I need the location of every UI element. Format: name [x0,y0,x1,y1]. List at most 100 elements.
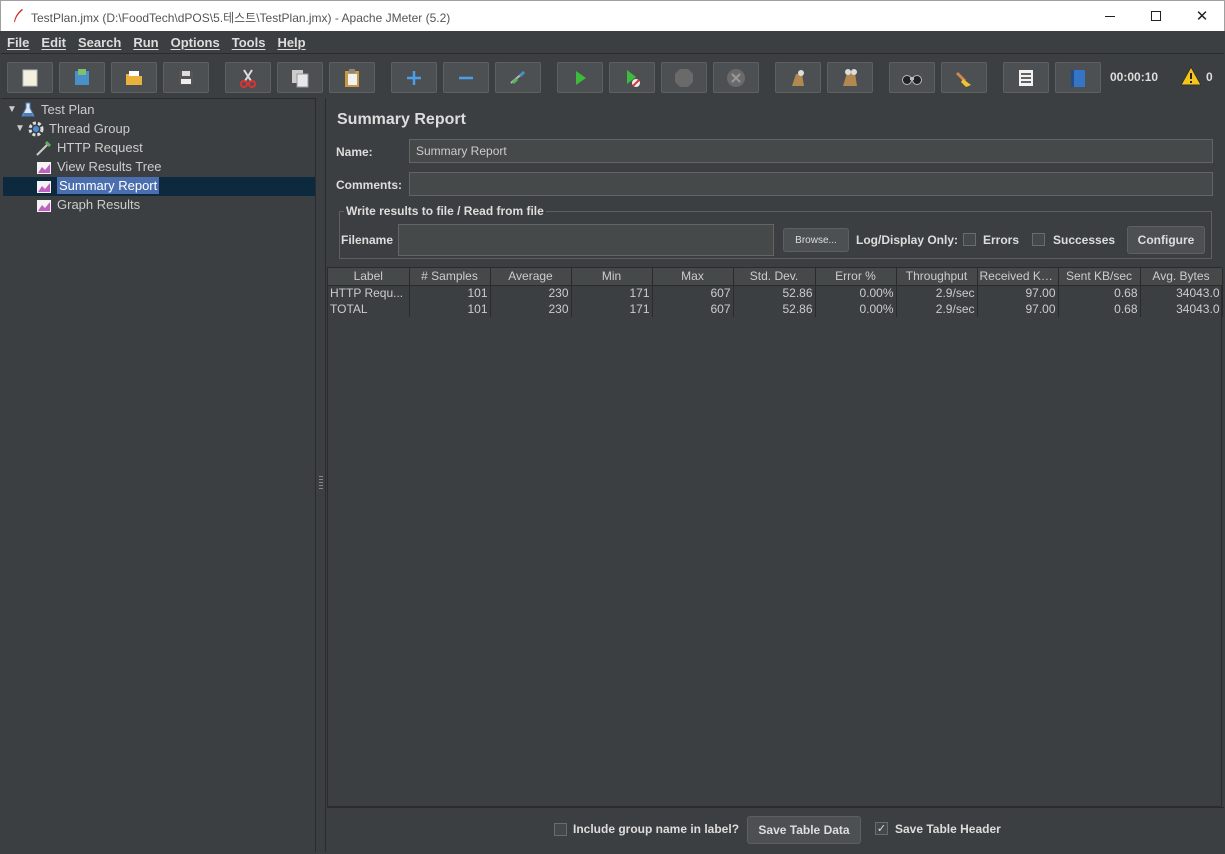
tree-item-view-results-tree[interactable]: View Results Tree [35,157,162,176]
include-group-checkbox[interactable] [554,823,567,836]
tree-item-http-request[interactable]: HTTP Request [35,138,143,157]
window-titlebar: TestPlan.jmx (D:\FoodTech\dPOS\5.테스트\Tes… [0,0,1225,31]
function-helper-button[interactable] [1003,62,1049,93]
start-no-timers-button[interactable] [609,62,655,93]
table-cell: 97.00 [977,285,1059,301]
checkmark-icon: ✓ [876,822,887,835]
table-cell: 0.68 [1058,285,1141,301]
toggle-button[interactable] [495,62,541,93]
tree-item-thread-group[interactable]: ▼ Thread Group [15,119,130,138]
save-table-data-button[interactable]: Save Table Data [747,816,861,844]
save-table-header-checkbox[interactable]: ✓ [875,822,888,835]
test-plan-tree: ▼ Test Plan ▼ Thread Group HTTP Request … [1,98,316,852]
expand-all-button[interactable] [391,62,437,93]
file-group-title: Write results to file / Read from file [344,204,546,218]
errors-checkbox[interactable] [963,233,976,246]
open-icon [126,70,142,85]
cut-button[interactable] [225,62,271,93]
expand-arrow-icon[interactable]: ▼ [15,123,27,134]
table-cell: 34043.0 [1140,301,1223,317]
split-pane-divider[interactable] [317,98,325,852]
menu-run[interactable]: Run [128,35,163,50]
warning-count: 0 [1206,70,1213,84]
paste-icon [345,68,359,87]
table-cell: 171 [571,285,653,301]
templates-button[interactable] [59,62,105,93]
open-button[interactable] [111,62,157,93]
table-cell: 101 [409,301,491,317]
table-cell: 0.00% [815,285,897,301]
column-header[interactable]: Throughput [896,268,978,286]
filename-field[interactable] [398,224,774,256]
comments-field[interactable] [409,172,1213,196]
column-header[interactable]: Average [490,268,572,286]
copy-button[interactable] [277,62,323,93]
summary-report-panel: Summary Report Name: Summary Report Comm… [325,98,1224,852]
comments-label: Comments: [336,178,403,192]
close-button[interactable]: ✕ [1179,1,1225,31]
elapsed-timer: 00:00:10 [1110,70,1159,84]
templates-icon [75,68,89,85]
tree-item-test-plan[interactable]: ▼ Test Plan [7,100,94,119]
column-header[interactable]: Std. Dev. [733,268,816,286]
shutdown-button[interactable] [713,62,759,93]
minimize-button[interactable] [1087,1,1133,31]
start-no-timers-icon [627,69,640,87]
column-header[interactable]: Avg. Bytes [1140,268,1223,286]
menu-help[interactable]: Help [272,35,310,50]
column-header[interactable]: Label [328,268,410,286]
clear-icon [792,69,804,86]
new-button[interactable] [7,62,53,93]
browse-button[interactable]: Browse... [783,228,849,252]
close-icon: ✕ [1195,7,1209,25]
pipette-icon [35,139,53,157]
table-cell: 34043.0 [1140,285,1223,301]
menu-tools[interactable]: Tools [227,35,271,50]
table-cell: 0.00% [815,301,897,317]
menu-search[interactable]: Search [73,35,126,50]
paste-button[interactable] [329,62,375,93]
menu-options[interactable]: Options [166,35,225,50]
column-header[interactable]: Max [652,268,734,286]
help-button[interactable] [1055,62,1101,93]
listener-icon [35,158,53,176]
log-display-label: Log/Display Only: [856,233,959,247]
tree-item-summary-report[interactable]: Summary Report [35,176,160,195]
table-cell: 52.86 [733,285,816,301]
configure-button[interactable]: Configure [1127,226,1205,254]
maximize-button[interactable] [1133,1,1179,31]
summary-table[interactable]: Label # Samples Average Min Max Std. Dev… [327,267,1223,807]
search-button[interactable] [889,62,935,93]
table-row[interactable]: TOTAL 101 230 171 607 52.86 0.00% 2.9/se… [328,301,1223,317]
collapse-all-button[interactable] [443,62,489,93]
clear-all-button[interactable] [827,62,873,93]
successes-checkbox[interactable] [1032,233,1045,246]
save-table-header-label: Save Table Header [895,822,1001,836]
column-header[interactable]: Sent KB/sec [1058,268,1141,286]
gear-icon [27,120,45,138]
table-cell: HTTP Requ... [328,285,410,301]
table-row[interactable]: HTTP Requ... 101 230 171 607 52.86 0.00%… [328,285,1223,301]
save-button[interactable] [163,62,209,93]
expand-arrow-icon[interactable]: ▼ [7,104,19,115]
name-label: Name: [336,145,373,159]
column-header[interactable]: Received KB... [977,268,1059,286]
start-button[interactable] [557,62,603,93]
name-field[interactable]: Summary Report [409,139,1213,163]
reset-search-icon [955,71,971,87]
warning-icon[interactable] [1180,66,1202,86]
stop-button[interactable] [661,62,707,93]
column-header[interactable]: Error % [815,268,897,286]
menu-edit[interactable]: Edit [36,35,71,50]
column-header[interactable]: # Samples [409,268,491,286]
table-cell: 0.68 [1058,301,1141,317]
table-cell: 101 [409,285,491,301]
menu-file[interactable]: File [2,35,34,50]
table-cell: 171 [571,301,653,317]
errors-label: Errors [983,233,1020,247]
column-header[interactable]: Min [571,268,653,286]
clear-button[interactable] [775,62,821,93]
reset-search-button[interactable] [941,62,987,93]
tree-item-graph-results[interactable]: Graph Results [35,195,140,214]
table-cell: TOTAL [328,301,410,317]
